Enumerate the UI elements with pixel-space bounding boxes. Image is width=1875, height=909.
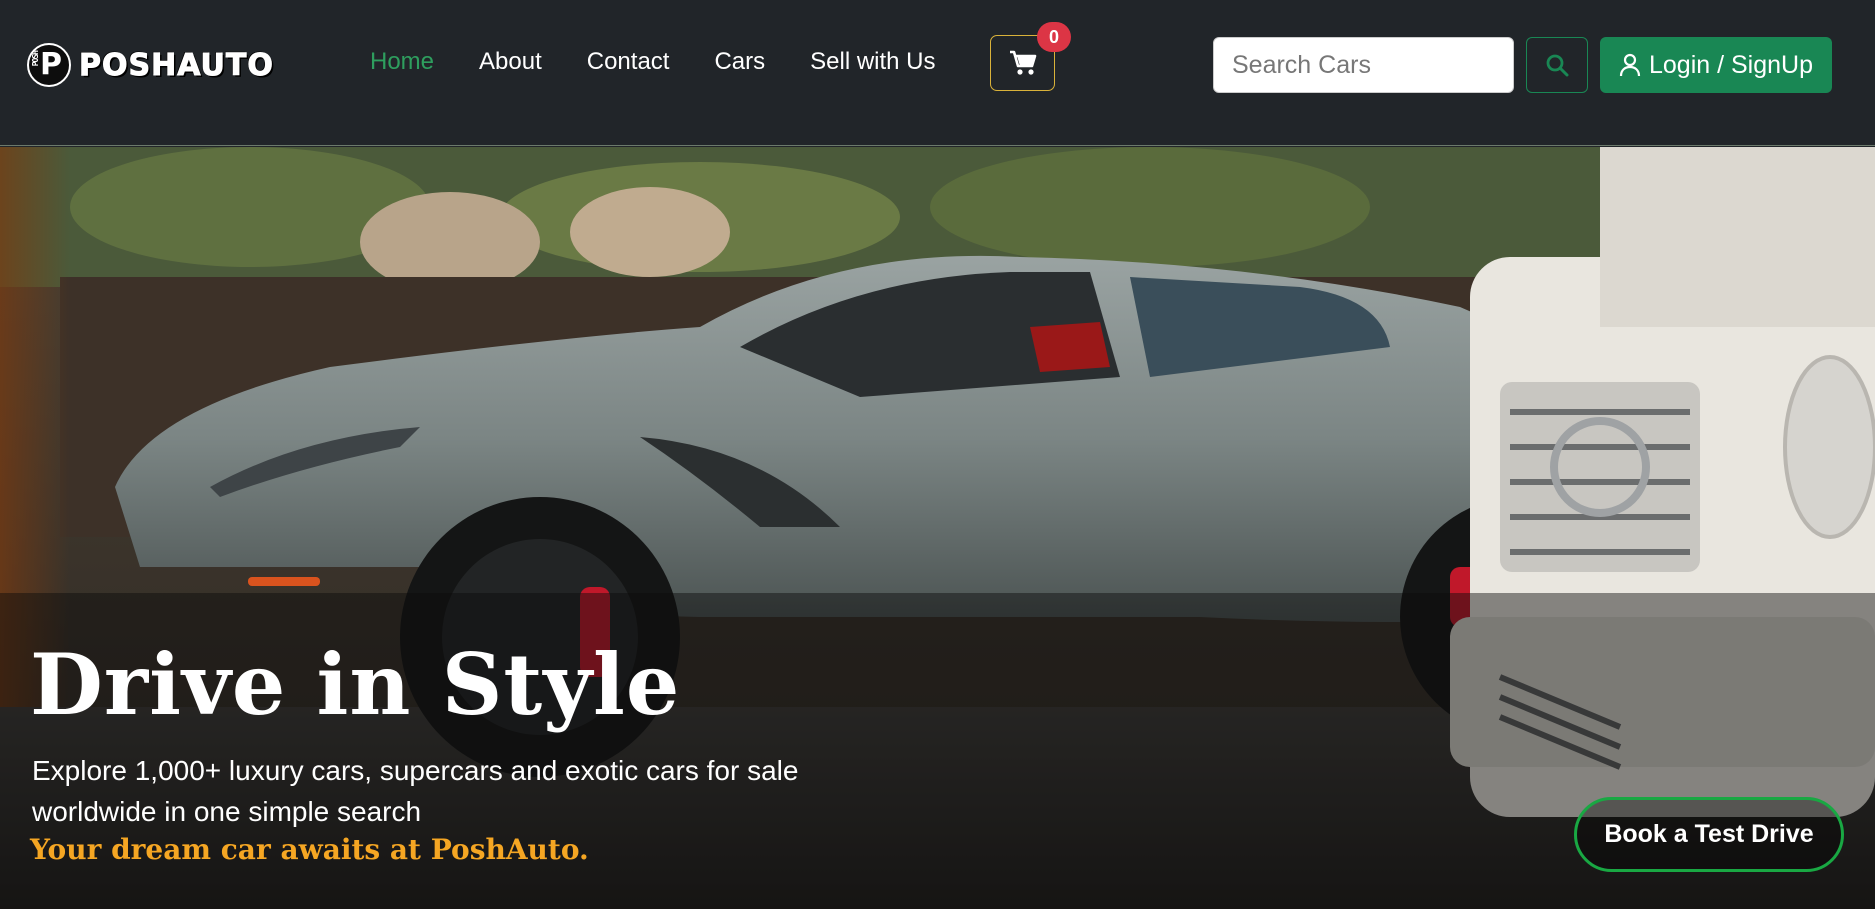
logo-letter: P [40, 47, 62, 82]
login-label: Login / SignUp [1648, 50, 1813, 79]
nav-link-contact[interactable]: Contact [587, 48, 670, 76]
logo-side-text: POSH [31, 51, 40, 67]
nav-link-home[interactable]: Home [370, 48, 434, 76]
user-icon [1619, 53, 1641, 77]
logo-badge: POSH P [27, 43, 71, 87]
hero-banner: Drive in Style Explore 1,000+ luxury car… [0, 147, 1875, 909]
brand-logo[interactable]: POSH P POSHAUTO [27, 43, 274, 87]
hero-title: Drive in Style [30, 635, 681, 734]
nav-link-about[interactable]: About [479, 48, 542, 76]
login-signup-button[interactable]: Login / SignUp [1600, 37, 1832, 93]
main-nav: Home About Contact Cars Sell with Us [370, 48, 936, 76]
navbar: POSH P POSHAUTO Home About Contact Cars … [0, 0, 1875, 146]
cart-icon [1009, 50, 1036, 75]
book-test-drive-button[interactable]: Book a Test Drive [1574, 797, 1844, 872]
brand-name: POSHAUTO [79, 47, 274, 83]
nav-link-cars[interactable]: Cars [714, 48, 765, 76]
hero-tagline: Your dream car awaits at PoshAuto. [30, 833, 589, 866]
nav-link-sell-with-us[interactable]: Sell with Us [810, 48, 935, 76]
search-icon [1546, 54, 1569, 77]
search-input[interactable] [1213, 37, 1514, 93]
cart-count-badge: 0 [1037, 22, 1071, 52]
search-button[interactable] [1526, 37, 1588, 93]
hero-subtitle: Explore 1,000+ luxury cars, supercars an… [32, 755, 799, 827]
